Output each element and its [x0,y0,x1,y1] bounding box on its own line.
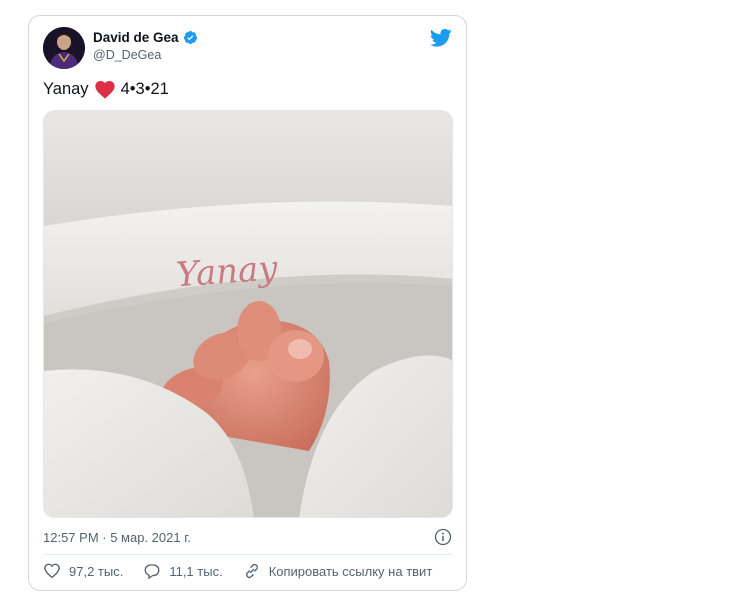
author-block: David de Gea @D_DeGea [93,30,198,62]
like-button[interactable]: 97,2 тыс. [43,562,123,580]
name-row: David de Gea [93,30,198,45]
copy-link-label: Копировать ссылку на твит [268,563,433,579]
tweet-photo[interactable]: Yanay [43,110,453,518]
tweet-timestamp[interactable]: 12:57 PM · 5 мар. 2021 г. [43,530,191,545]
author-handle[interactable]: @D_DeGea [93,48,198,62]
reply-bubble-icon [144,564,160,580]
baby-hand-photo: Yanay [44,111,452,517]
red-heart-emoji-icon [94,80,115,99]
info-icon[interactable] [434,528,452,546]
meta-row: 12:57 PM · 5 мар. 2021 г. [43,528,452,546]
heart-outline-icon [44,563,60,579]
link-icon [245,563,258,579]
divider [43,554,452,555]
verified-badge-icon [183,30,197,45]
twitter-bird-icon[interactable] [430,28,452,48]
display-name[interactable]: David de Gea [93,30,179,45]
avatar[interactable] [43,27,85,69]
avatar-photo [43,27,85,69]
reply-count: 11,1 тыс. [169,563,223,579]
tweet-card: David de Gea @D_DeGea Yanay 4•3•21 Yanay… [28,15,467,591]
tweet-text-date: 4•3•21 [120,80,169,98]
tweet-text-name: Yanay [43,80,89,98]
embroidered-name: Yanay [175,248,280,295]
like-count: 97,2 тыс. [69,563,124,579]
reply-button[interactable]: 11,1 тыс. [143,562,223,580]
action-bar: 97,2 тыс. 11,1 тыс. Копировать ссылку на… [43,562,452,580]
tweet-text: Yanay 4•3•21 [43,80,169,99]
copy-link-button[interactable]: Копировать ссылку на твит [243,562,433,580]
